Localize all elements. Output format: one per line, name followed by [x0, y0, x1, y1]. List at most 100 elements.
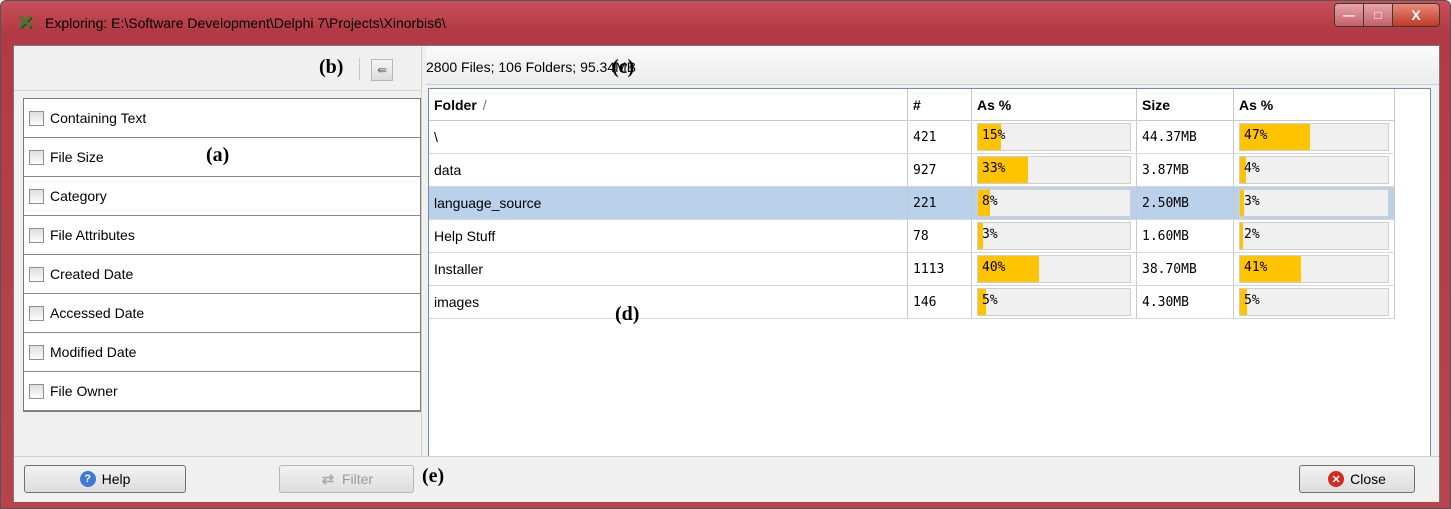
folder-cell: data — [429, 153, 908, 187]
filter-button[interactable]: ⇄ Filter — [279, 465, 414, 493]
count-percent-cell: 40% — [971, 252, 1137, 286]
filter-checkbox[interactable] — [29, 305, 44, 321]
annotation-c: (c) — [612, 56, 635, 78]
table-body: \ 421 15% 44.37MB 47% data 927 33% 3.87MB 4% langu… — [429, 120, 1395, 319]
annotation-b: (b) — [319, 56, 344, 78]
percent-bar: 47% — [1239, 123, 1389, 151]
folder-header-label: Folder — [434, 96, 477, 113]
count-percent-cell: 15% — [971, 120, 1137, 154]
count-percent-cell: 3% — [971, 219, 1137, 253]
percent-bar: 15% — [977, 123, 1131, 151]
count-cell: 146 — [907, 285, 972, 319]
annotation-d: (d) — [615, 303, 640, 325]
percent-bar: 8% — [977, 189, 1131, 217]
percent-bar: 2% — [1239, 222, 1389, 250]
folder-table: Folder / # As % Size As % \ 421 15% 44.37MB 4… — [429, 89, 1395, 319]
count-cell: 221 — [907, 186, 972, 220]
size-cell: 3.87MB — [1136, 153, 1234, 187]
table-row[interactable]: Installer 1113 40% 38.70MB 41% — [429, 252, 1395, 286]
size-percent-cell: 2% — [1233, 219, 1395, 253]
summary-text: 2800 Files; 106 Folders; 95.34MB — [426, 59, 637, 75]
column-header-size-pct[interactable]: As % — [1233, 89, 1395, 121]
size-cell: 1.60MB — [1136, 219, 1234, 253]
filter-checkbox[interactable] — [29, 344, 44, 360]
title-bar: ✕ Exploring: E:\Software Development\Del… — [1, 1, 1450, 45]
xinorbis-icon: ✕ — [17, 12, 34, 34]
size-cell: 4.30MB — [1136, 285, 1234, 319]
splitter[interactable] — [421, 46, 427, 456]
percent-text: 4% — [1244, 161, 1260, 176]
folder-cell: Help Stuff — [429, 219, 908, 253]
folder-cell: \ — [429, 120, 908, 154]
percent-text: 2% — [1244, 227, 1260, 242]
export-icon[interactable]: ⇚ — [371, 59, 393, 81]
filter-checkbox[interactable] — [29, 266, 44, 282]
window-title: Exploring: E:\Software Development\Delph… — [45, 15, 446, 31]
count-percent-cell: 33% — [971, 153, 1137, 187]
count-cell: 421 — [907, 120, 972, 154]
filter-checkbox[interactable] — [29, 149, 44, 165]
close-button[interactable]: ✕ Close — [1299, 465, 1415, 493]
column-header-folder[interactable]: Folder / — [429, 89, 908, 121]
column-header-count[interactable]: # — [907, 89, 972, 121]
table-row[interactable]: language_source 221 8% 2.50MB 3% — [429, 186, 1395, 220]
filter-item[interactable]: Modified Date — [24, 333, 420, 372]
folder-cell: language_source — [429, 186, 908, 220]
filter-item[interactable]: File Owner — [24, 372, 420, 411]
filter-item[interactable]: Category — [24, 177, 420, 216]
size-percent-cell: 4% — [1233, 153, 1395, 187]
size-percent-cell: 47% — [1233, 120, 1395, 154]
percent-text: 5% — [1244, 293, 1260, 308]
percent-bar: 3% — [977, 222, 1131, 250]
size-cell: 2.50MB — [1136, 186, 1234, 220]
minimize-button[interactable]: — — [1334, 3, 1363, 27]
table-row[interactable]: data 927 33% 3.87MB 4% — [429, 153, 1395, 187]
percent-text: 5% — [982, 293, 998, 308]
bottom-bar: ? Help ⇄ Filter (e) ✕ Close — [14, 456, 1439, 502]
filter-button-label: Filter — [341, 471, 374, 487]
window-close-button[interactable]: X — [1392, 3, 1440, 27]
sort-indicator: / — [482, 96, 487, 113]
filter-label: File Size — [50, 149, 104, 165]
help-icon: ? — [79, 471, 96, 487]
folder-cell: images — [429, 285, 908, 319]
filter-item[interactable]: Accessed Date — [24, 294, 420, 333]
percent-bar-fill — [1240, 223, 1243, 249]
filter-label: Modified Date — [50, 344, 137, 360]
table-row[interactable]: images 146 5% 4.30MB 5% — [429, 285, 1395, 319]
filter-toolbar: (b) ⇚ — [14, 46, 421, 91]
filter-item[interactable]: Created Date — [24, 255, 420, 294]
window-controls: — □ X — [1334, 3, 1440, 27]
percent-text: 8% — [982, 194, 998, 209]
percent-text: 3% — [1244, 194, 1260, 209]
filter-label: Created Date — [50, 266, 134, 282]
table-row[interactable]: Help Stuff 78 3% 1.60MB 2% — [429, 219, 1395, 253]
table-row[interactable]: \ 421 15% 44.37MB 47% — [429, 120, 1395, 154]
column-header-count-pct[interactable]: As % — [971, 89, 1137, 121]
filter-label: File Attributes — [50, 227, 135, 243]
header-row: Folder / # As % Size As % — [429, 89, 1395, 121]
percent-bar: 4% — [1239, 156, 1389, 184]
column-header-size[interactable]: Size — [1136, 89, 1234, 121]
annotation-a: (a) — [206, 144, 230, 166]
count-percent-cell: 5% — [971, 285, 1137, 319]
filter-checkbox[interactable] — [29, 188, 44, 204]
percent-bar: 5% — [977, 288, 1131, 316]
percent-bar: 40% — [977, 255, 1131, 283]
size-percent-cell: 5% — [1233, 285, 1395, 319]
filter-checkbox[interactable] — [29, 383, 44, 399]
filter-label: File Owner — [50, 383, 118, 399]
percent-bar: 41% — [1239, 255, 1389, 283]
filter-checkbox[interactable] — [29, 110, 44, 126]
maximize-button[interactable]: □ — [1363, 3, 1392, 27]
count-cell: 1113 — [907, 252, 972, 286]
help-button[interactable]: ? Help — [24, 465, 186, 493]
count-percent-cell: 8% — [971, 186, 1137, 220]
explorer-window: ✕ Exploring: E:\Software Development\Del… — [0, 0, 1451, 509]
filter-item[interactable]: Containing Text — [24, 99, 420, 138]
help-button-label: Help — [101, 471, 131, 487]
percent-text: 40% — [982, 260, 1006, 275]
filter-item[interactable]: File Attributes — [24, 216, 420, 255]
size-cell: 38.70MB — [1136, 252, 1234, 286]
filter-checkbox[interactable] — [29, 227, 44, 243]
